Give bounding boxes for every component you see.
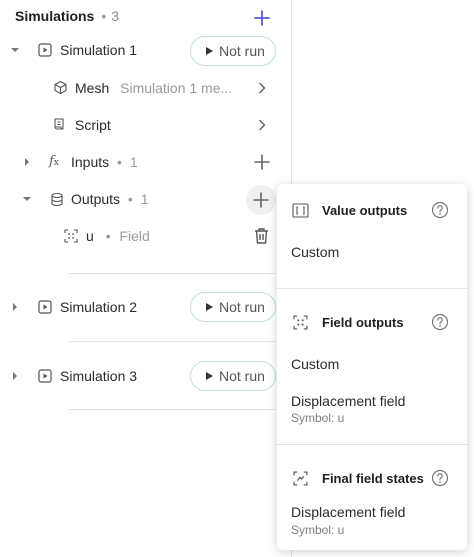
status-label: Not run (219, 368, 265, 384)
chevron-right-icon[interactable] (255, 118, 269, 132)
add-simulation-button[interactable] (252, 8, 272, 28)
play-icon (206, 372, 213, 380)
divider (277, 288, 467, 289)
help-icon[interactable] (431, 313, 449, 331)
inputs-label: Inputs (71, 154, 110, 170)
divider (277, 444, 467, 445)
chevron-down-icon[interactable] (20, 192, 34, 206)
play-square-icon (38, 369, 52, 383)
status-label: Not run (219, 43, 265, 59)
chevron-right-icon[interactable] (8, 300, 22, 314)
add-output-menu: Value outputs Custom Field outputs Custo… (277, 184, 467, 550)
separator-dot: • (105, 228, 111, 244)
mesh-row[interactable]: Mesh Simulation 1 me... (75, 80, 232, 96)
simulation-count: 3 (111, 8, 120, 24)
status-label: Not run (219, 299, 265, 315)
final-state-displacement-symbol: Symbol: u (291, 523, 345, 537)
trash-icon[interactable] (253, 227, 270, 245)
simulation-3-status-badge[interactable]: Not run (190, 361, 276, 391)
help-icon[interactable] (431, 469, 449, 487)
outputs-row[interactable]: Outputs • 1 (71, 191, 149, 207)
mesh-label: Mesh (75, 80, 110, 96)
field-icon (64, 229, 78, 243)
divider (68, 341, 276, 342)
output-symbol: u (86, 228, 94, 244)
database-icon (51, 192, 63, 207)
play-square-icon (38, 300, 52, 314)
simulation-1-status-badge[interactable]: Not run (190, 36, 276, 66)
simulation-2-status-badge[interactable]: Not run (190, 292, 276, 322)
value-output-custom[interactable]: Custom (291, 244, 339, 260)
outputs-count: 1 (140, 191, 149, 207)
divider (68, 409, 276, 410)
value-outputs-title: Value outputs (322, 203, 408, 218)
inputs-count: 1 (129, 154, 138, 170)
field-icon (293, 315, 308, 330)
divider (68, 273, 276, 274)
field-icon (293, 471, 308, 486)
script-label[interactable]: Script (75, 117, 111, 133)
field-outputs-title: Field outputs (322, 315, 404, 330)
simulation-2-label[interactable]: Simulation 2 (60, 299, 137, 315)
inputs-row[interactable]: Inputs • 1 (71, 154, 138, 170)
chevron-down-icon[interactable] (8, 43, 22, 57)
help-icon[interactable] (431, 201, 449, 219)
final-state-displacement[interactable]: Displacement field (291, 504, 405, 520)
output-type: Field (119, 228, 150, 244)
bracket-icon (292, 203, 309, 218)
play-square-icon (38, 43, 52, 57)
plus-icon (253, 192, 269, 208)
panel-title-label: Simulations (15, 8, 95, 24)
simulations-panel: Simulations • 3 Simulation 1 Not run Mesh … (0, 0, 292, 557)
final-field-states-title: Final field states (322, 471, 424, 486)
outputs-label: Outputs (71, 191, 121, 207)
function-icon: fx (49, 154, 59, 169)
play-icon (206, 303, 213, 311)
simulation-1-label[interactable]: Simulation 1 (60, 42, 137, 58)
field-output-displacement[interactable]: Displacement field (291, 393, 405, 409)
field-output-custom[interactable]: Custom (291, 356, 339, 372)
mesh-value: Simulation 1 me... (120, 80, 233, 96)
chevron-right-icon[interactable] (8, 369, 22, 383)
play-icon (206, 47, 213, 55)
separator-dot: • (117, 154, 122, 170)
panel-title: Simulations • 3 (15, 8, 119, 24)
add-output-button[interactable] (246, 185, 276, 215)
cube-icon (54, 80, 67, 95)
simulation-3-label[interactable]: Simulation 3 (60, 368, 137, 384)
output-item-u[interactable]: u • Field (86, 228, 150, 244)
chevron-right-icon[interactable] (20, 155, 34, 169)
chevron-right-icon[interactable] (255, 81, 269, 95)
add-input-button[interactable] (252, 152, 272, 172)
separator-dot: • (101, 8, 107, 24)
separator-dot: • (127, 191, 133, 207)
field-output-displacement-symbol: Symbol: u (291, 411, 345, 425)
scroll-icon (54, 118, 64, 130)
